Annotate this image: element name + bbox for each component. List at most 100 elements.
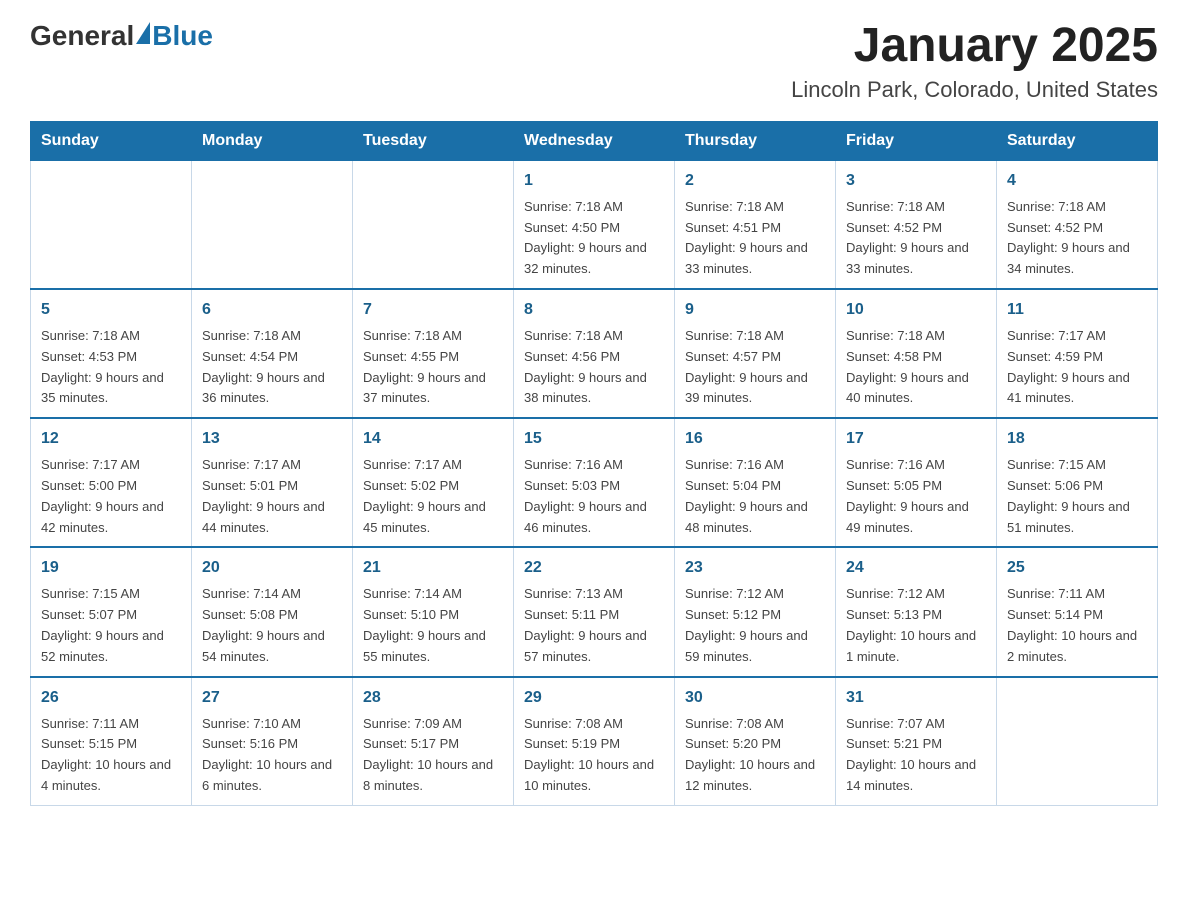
day-info: Sunrise: 7:17 AMSunset: 5:02 PMDaylight:… <box>363 455 503 538</box>
day-info: Sunrise: 7:17 AMSunset: 4:59 PMDaylight:… <box>1007 326 1147 409</box>
calendar-cell: 26 Sunrise: 7:11 AMSunset: 5:15 PMDayligh… <box>31 677 192 806</box>
calendar-header-monday: Monday <box>192 121 353 160</box>
calendar-cell: 18 Sunrise: 7:15 AMSunset: 5:06 PMDayligh… <box>997 418 1158 547</box>
day-number: 30 <box>685 686 825 710</box>
calendar-table: SundayMondayTuesdayWednesdayThursdayFrid… <box>30 121 1158 806</box>
day-number: 20 <box>202 556 342 580</box>
day-info: Sunrise: 7:17 AMSunset: 5:01 PMDaylight:… <box>202 455 342 538</box>
calendar-header-friday: Friday <box>836 121 997 160</box>
day-number: 16 <box>685 427 825 451</box>
day-number: 19 <box>41 556 181 580</box>
day-number: 14 <box>363 427 503 451</box>
day-info: Sunrise: 7:07 AMSunset: 5:21 PMDaylight:… <box>846 714 986 797</box>
day-number: 28 <box>363 686 503 710</box>
day-info: Sunrise: 7:18 AMSunset: 4:54 PMDaylight:… <box>202 326 342 409</box>
calendar-cell: 17Sunrise: 7:16 AMSunset: 5:05 PMDayligh… <box>836 418 997 547</box>
calendar-cell: 21 Sunrise: 7:14 AMSunset: 5:10 PMDayligh… <box>353 547 514 676</box>
calendar-cell: 31Sunrise: 7:07 AMSunset: 5:21 PMDayligh… <box>836 677 997 806</box>
day-number: 7 <box>363 298 503 322</box>
day-number: 9 <box>685 298 825 322</box>
calendar-cell: 3Sunrise: 7:18 AMSunset: 4:52 PMDaylight… <box>836 160 997 289</box>
day-info: Sunrise: 7:17 AMSunset: 5:00 PMDaylight:… <box>41 455 181 538</box>
day-number: 29 <box>524 686 664 710</box>
day-number: 25 <box>1007 556 1147 580</box>
day-number: 11 <box>1007 298 1147 322</box>
day-number: 4 <box>1007 169 1147 193</box>
calendar-cell: 2 Sunrise: 7:18 AMSunset: 4:51 PMDaylight… <box>675 160 836 289</box>
day-info: Sunrise: 7:16 AMSunset: 5:05 PMDaylight:… <box>846 455 986 538</box>
title-block: January 2025 Lincoln Park, Colorado, Uni… <box>791 20 1158 103</box>
day-number: 22 <box>524 556 664 580</box>
day-info: Sunrise: 7:16 AMSunset: 5:04 PMDaylight:… <box>685 455 825 538</box>
calendar-cell <box>192 160 353 289</box>
day-info: Sunrise: 7:18 AMSunset: 4:52 PMDaylight:… <box>1007 197 1147 280</box>
day-info: Sunrise: 7:13 AMSunset: 5:11 PMDaylight:… <box>524 584 664 667</box>
calendar-cell <box>31 160 192 289</box>
calendar-cell: 23 Sunrise: 7:12 AMSunset: 5:12 PMDayligh… <box>675 547 836 676</box>
day-info: Sunrise: 7:09 AMSunset: 5:17 PMDaylight:… <box>363 714 503 797</box>
page-title: January 2025 <box>791 20 1158 73</box>
day-number: 24 <box>846 556 986 580</box>
day-number: 6 <box>202 298 342 322</box>
calendar-week-2: 5 Sunrise: 7:18 AMSunset: 4:53 PMDaylight… <box>31 289 1158 418</box>
calendar-header-tuesday: Tuesday <box>353 121 514 160</box>
page-header: General Blue January 2025 Lincoln Park, … <box>30 20 1158 103</box>
calendar-cell: 1Sunrise: 7:18 AMSunset: 4:50 PMDaylight… <box>514 160 675 289</box>
day-info: Sunrise: 7:11 AMSunset: 5:15 PMDaylight:… <box>41 714 181 797</box>
logo-general-text: General <box>30 20 134 52</box>
calendar-cell: 25 Sunrise: 7:11 AMSunset: 5:14 PMDayligh… <box>997 547 1158 676</box>
day-info: Sunrise: 7:14 AMSunset: 5:08 PMDaylight:… <box>202 584 342 667</box>
calendar-cell <box>353 160 514 289</box>
calendar-cell: 16 Sunrise: 7:16 AMSunset: 5:04 PMDayligh… <box>675 418 836 547</box>
day-info: Sunrise: 7:12 AMSunset: 5:13 PMDaylight:… <box>846 584 986 667</box>
page-subtitle: Lincoln Park, Colorado, United States <box>791 77 1158 103</box>
day-number: 21 <box>363 556 503 580</box>
calendar-cell: 14 Sunrise: 7:17 AMSunset: 5:02 PMDayligh… <box>353 418 514 547</box>
day-number: 10 <box>846 298 986 322</box>
day-number: 18 <box>1007 427 1147 451</box>
day-info: Sunrise: 7:16 AMSunset: 5:03 PMDaylight:… <box>524 455 664 538</box>
day-info: Sunrise: 7:12 AMSunset: 5:12 PMDaylight:… <box>685 584 825 667</box>
calendar-cell: 4 Sunrise: 7:18 AMSunset: 4:52 PMDaylight… <box>997 160 1158 289</box>
calendar-week-4: 19Sunrise: 7:15 AMSunset: 5:07 PMDayligh… <box>31 547 1158 676</box>
day-number: 5 <box>41 298 181 322</box>
calendar-cell <box>997 677 1158 806</box>
calendar-cell: 30 Sunrise: 7:08 AMSunset: 5:20 PMDayligh… <box>675 677 836 806</box>
calendar-cell: 22 Sunrise: 7:13 AMSunset: 5:11 PMDayligh… <box>514 547 675 676</box>
day-info: Sunrise: 7:14 AMSunset: 5:10 PMDaylight:… <box>363 584 503 667</box>
calendar-cell: 6 Sunrise: 7:18 AMSunset: 4:54 PMDaylight… <box>192 289 353 418</box>
calendar-cell: 11 Sunrise: 7:17 AMSunset: 4:59 PMDayligh… <box>997 289 1158 418</box>
day-info: Sunrise: 7:18 AMSunset: 4:57 PMDaylight:… <box>685 326 825 409</box>
day-number: 2 <box>685 169 825 193</box>
day-info: Sunrise: 7:15 AMSunset: 5:06 PMDaylight:… <box>1007 455 1147 538</box>
calendar-cell: 29Sunrise: 7:08 AMSunset: 5:19 PMDayligh… <box>514 677 675 806</box>
day-number: 26 <box>41 686 181 710</box>
day-number: 12 <box>41 427 181 451</box>
logo: General Blue <box>30 20 213 52</box>
day-info: Sunrise: 7:18 AMSunset: 4:56 PMDaylight:… <box>524 326 664 409</box>
day-info: Sunrise: 7:08 AMSunset: 5:20 PMDaylight:… <box>685 714 825 797</box>
calendar-cell: 10 Sunrise: 7:18 AMSunset: 4:58 PMDayligh… <box>836 289 997 418</box>
day-info: Sunrise: 7:18 AMSunset: 4:58 PMDaylight:… <box>846 326 986 409</box>
calendar-cell: 5 Sunrise: 7:18 AMSunset: 4:53 PMDaylight… <box>31 289 192 418</box>
calendar-cell: 8Sunrise: 7:18 AMSunset: 4:56 PMDaylight… <box>514 289 675 418</box>
calendar-cell: 12 Sunrise: 7:17 AMSunset: 5:00 PMDayligh… <box>31 418 192 547</box>
calendar-header-wednesday: Wednesday <box>514 121 675 160</box>
calendar-cell: 27Sunrise: 7:10 AMSunset: 5:16 PMDayligh… <box>192 677 353 806</box>
calendar-cell: 9 Sunrise: 7:18 AMSunset: 4:57 PMDaylight… <box>675 289 836 418</box>
day-info: Sunrise: 7:18 AMSunset: 4:53 PMDaylight:… <box>41 326 181 409</box>
day-info: Sunrise: 7:11 AMSunset: 5:14 PMDaylight:… <box>1007 584 1147 667</box>
day-info: Sunrise: 7:18 AMSunset: 4:50 PMDaylight:… <box>524 197 664 280</box>
calendar-header-row: SundayMondayTuesdayWednesdayThursdayFrid… <box>31 121 1158 160</box>
calendar-header-sunday: Sunday <box>31 121 192 160</box>
calendar-header-saturday: Saturday <box>997 121 1158 160</box>
calendar-week-1: 1Sunrise: 7:18 AMSunset: 4:50 PMDaylight… <box>31 160 1158 289</box>
day-number: 27 <box>202 686 342 710</box>
day-info: Sunrise: 7:18 AMSunset: 4:51 PMDaylight:… <box>685 197 825 280</box>
day-number: 3 <box>846 169 986 193</box>
day-number: 23 <box>685 556 825 580</box>
logo-blue-text: Blue <box>152 20 213 52</box>
day-number: 13 <box>202 427 342 451</box>
calendar-cell: 19Sunrise: 7:15 AMSunset: 5:07 PMDayligh… <box>31 547 192 676</box>
calendar-cell: 13 Sunrise: 7:17 AMSunset: 5:01 PMDayligh… <box>192 418 353 547</box>
